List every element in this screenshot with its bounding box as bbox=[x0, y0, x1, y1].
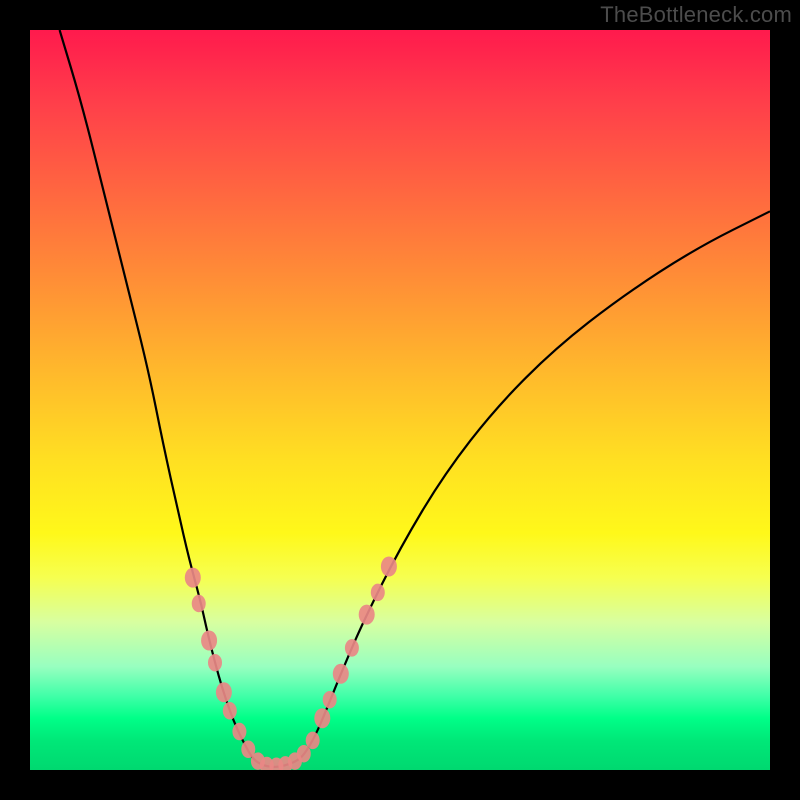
curve-marker bbox=[359, 605, 375, 625]
curve-marker bbox=[201, 631, 217, 651]
watermark-text: TheBottleneck.com bbox=[600, 2, 792, 28]
curve-marker bbox=[381, 557, 397, 577]
curve-marker bbox=[185, 568, 201, 588]
curve-marker bbox=[306, 732, 320, 750]
curve-marker bbox=[323, 691, 337, 709]
curve-marker bbox=[314, 708, 330, 728]
curve-marker bbox=[216, 682, 232, 702]
bottleneck-curve bbox=[60, 30, 770, 767]
curve-marker bbox=[223, 702, 237, 720]
curve-marker bbox=[192, 595, 206, 613]
curve-marker bbox=[333, 664, 349, 684]
curve-marker bbox=[232, 723, 246, 741]
curve-marker bbox=[371, 584, 385, 602]
chart-frame: TheBottleneck.com bbox=[0, 0, 800, 800]
curve-layer bbox=[30, 30, 770, 770]
curve-marker bbox=[208, 654, 222, 672]
curve-marker bbox=[345, 639, 359, 657]
plot-area bbox=[30, 30, 770, 770]
